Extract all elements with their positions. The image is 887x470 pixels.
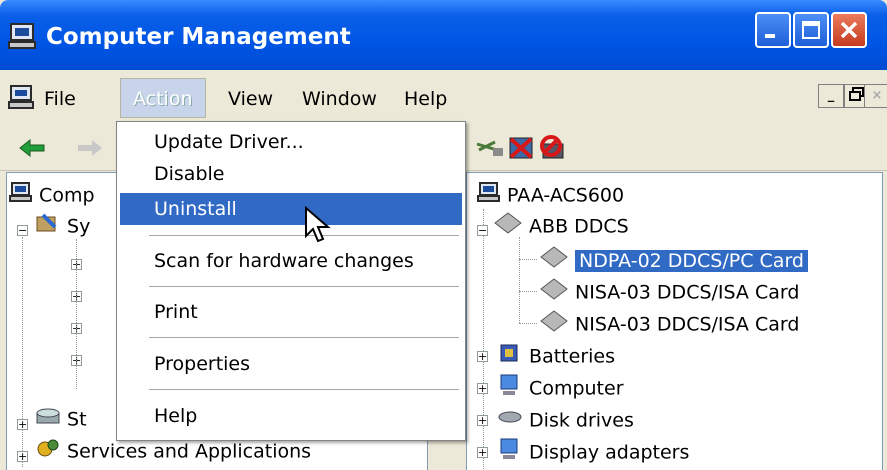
diamond-device-icon: [539, 245, 569, 277]
right-tree-pane: PAA-ACS600 − ABB DDCS NDPA-02 DDCS/PC Ca…: [466, 172, 883, 470]
computer-icon: [8, 84, 36, 115]
disk-drive-icon: [497, 405, 523, 437]
tree-category-abb[interactable]: ABB DDCS: [493, 211, 629, 239]
menu-item-update-driver[interactable]: Update Driver...: [120, 126, 462, 158]
storage-icon: [35, 405, 61, 435]
category-label: Display adapters: [529, 441, 690, 464]
scan-hardware-icon[interactable]: [475, 136, 505, 165]
tree-connector: [483, 209, 484, 469]
tree-connector: [519, 237, 520, 323]
tools-icon: [35, 211, 61, 243]
uninstall-icon[interactable]: [506, 134, 536, 167]
tree-item-label: Services and Applications: [67, 440, 312, 463]
device-item[interactable]: NISA-03 DDCS/ISA Card: [539, 277, 799, 305]
disable-icon[interactable]: [537, 134, 567, 167]
menu-item-scan-hardware[interactable]: Scan for hardware changes: [120, 245, 462, 277]
back-arrow-icon[interactable]: [18, 138, 46, 163]
tree-root[interactable]: Comp: [9, 181, 95, 209]
device-label: NISA-03 DDCS/ISA Card: [575, 313, 800, 336]
diamond-device-icon: [539, 277, 569, 309]
computer-name: PAA-ACS600: [507, 184, 625, 207]
tree-connector: [519, 259, 537, 260]
expand-toggle[interactable]: +: [477, 415, 488, 426]
tree-item-storage[interactable]: St: [35, 405, 87, 433]
tree-category-disk-drives[interactable]: Disk drives: [497, 405, 634, 433]
tree-category-batteries[interactable]: Batteries: [497, 341, 615, 369]
collapse-toggle[interactable]: −: [477, 225, 488, 236]
device-item[interactable]: NISA-03 DDCS/ISA Card: [539, 309, 799, 337]
tree-connector: [76, 239, 77, 389]
device-label: NISA-03 DDCS/ISA Card: [575, 281, 800, 304]
expand-toggle[interactable]: +: [477, 447, 488, 458]
tree-computer[interactable]: PAA-ACS600: [477, 181, 624, 209]
menu-item-print[interactable]: Print: [120, 296, 462, 328]
window-title: Computer Management: [46, 24, 351, 50]
expand-toggle[interactable]: +: [477, 383, 488, 394]
tree-root-label: Comp: [39, 184, 95, 207]
forward-arrow-icon[interactable]: [76, 138, 104, 163]
category-label: Disk drives: [529, 409, 634, 432]
minimize-button[interactable]: [755, 12, 791, 48]
tree-category-display-adapters[interactable]: Display adapters: [497, 437, 689, 465]
computer-icon: [8, 22, 38, 55]
menu-action[interactable]: Action: [120, 78, 206, 118]
services-icon: [35, 437, 61, 467]
category-label: ABB DDCS: [529, 215, 629, 238]
menu-separator: [149, 286, 459, 287]
tree-connector: [519, 291, 537, 292]
tree-connector: [22, 237, 23, 467]
diamond-device-icon: [539, 309, 569, 341]
device-label-selected: NDPA-02 DDCS/PC Card: [575, 249, 808, 272]
expand-toggle[interactable]: +: [17, 419, 28, 430]
menu-item-disable[interactable]: Disable: [120, 158, 462, 190]
display-adapter-icon: [497, 437, 523, 469]
tree-item-system-tools[interactable]: Sy: [35, 211, 90, 239]
menu-separator: [149, 389, 459, 390]
mdi-minimize-button[interactable]: _: [818, 84, 844, 108]
tree-item-label: St: [67, 408, 87, 431]
menu-separator: [149, 337, 459, 338]
tree-item-label: Sy: [67, 215, 91, 238]
device-item[interactable]: NDPA-02 DDCS/PC Card: [539, 245, 808, 273]
computer-icon: [9, 181, 33, 211]
menu-file[interactable]: File: [44, 88, 76, 110]
battery-icon: [497, 341, 523, 373]
menu-item-help[interactable]: Help: [120, 400, 462, 432]
menu-item-uninstall[interactable]: Uninstall: [120, 193, 462, 225]
menu-view[interactable]: View: [228, 88, 273, 110]
menu-bar: File Action View Window Help: [0, 70, 887, 127]
category-label: Batteries: [529, 345, 615, 368]
menu-help[interactable]: Help: [404, 88, 447, 110]
close-button[interactable]: [831, 12, 867, 48]
monitor-icon: [497, 373, 523, 405]
tree-item-services[interactable]: Services and Applications: [35, 437, 311, 465]
computer-icon: [477, 181, 501, 211]
expand-toggle[interactable]: +: [17, 451, 28, 462]
menu-window[interactable]: Window: [302, 88, 377, 110]
maximize-button[interactable]: [793, 12, 829, 48]
mouse-cursor-icon: [304, 205, 332, 251]
expand-toggle[interactable]: +: [477, 351, 488, 362]
mdi-close-button[interactable]: ×: [864, 84, 887, 108]
tree-category-computer[interactable]: Computer: [497, 373, 624, 401]
category-label: Computer: [529, 377, 624, 400]
menu-item-properties[interactable]: Properties: [120, 348, 462, 380]
action-menu: Update Driver... Disable Uninstall Scan …: [116, 121, 466, 441]
collapse-toggle[interactable]: −: [17, 225, 28, 236]
tree-connector: [519, 323, 537, 324]
